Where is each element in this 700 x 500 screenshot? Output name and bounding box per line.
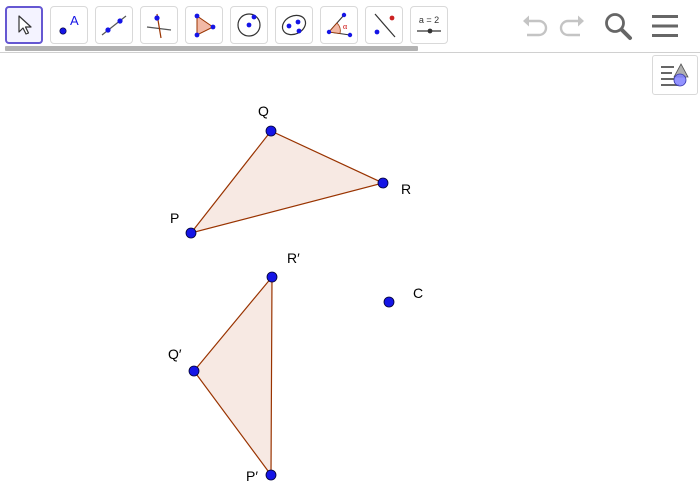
reflect-tool-button[interactable] — [365, 6, 403, 44]
angle-tool-label: α — [343, 22, 348, 31]
polygon-icon — [194, 13, 216, 38]
angle-icon: α — [326, 12, 353, 38]
undo-icon — [523, 15, 548, 37]
point-P[interactable]: P — [170, 210, 197, 239]
search-icon — [605, 13, 632, 40]
menu-icon — [652, 15, 678, 37]
ellipse-icon — [281, 14, 307, 36]
polygon-tool-button[interactable] — [185, 6, 223, 44]
circle-icon — [237, 13, 261, 37]
point-C[interactable]: C — [383, 285, 423, 308]
undo-button[interactable] — [517, 8, 553, 44]
main-menu-button[interactable] — [647, 8, 683, 44]
point-label-Pp: P′ — [246, 468, 258, 484]
ellipse-tool-button[interactable] — [275, 6, 313, 44]
redo-button[interactable] — [554, 8, 590, 44]
point-Q[interactable]: Q — [258, 103, 277, 137]
circle-tool-button[interactable] — [230, 6, 268, 44]
point-label-P: P — [170, 210, 179, 226]
point-label-Q: Q — [258, 103, 269, 119]
perpendicular-line-tool-button[interactable] — [140, 6, 178, 44]
search-button[interactable] — [600, 8, 636, 44]
toolbar-scrollbar[interactable] — [5, 46, 418, 51]
slider-icon: a = 2 — [417, 15, 441, 34]
point-Pp[interactable]: P′ — [246, 468, 277, 484]
graphics-view[interactable]: P Q R P′ Q′ R′ C — [0, 0, 700, 500]
style-bar-toggle-button[interactable] — [652, 55, 698, 95]
point-label-C: C — [413, 285, 423, 301]
triangle-PQR[interactable] — [189, 130, 385, 235]
redo-icon — [559, 15, 584, 37]
point-Qp[interactable]: Q′ — [168, 346, 200, 377]
point-tool-button[interactable]: A — [50, 6, 88, 44]
point-tool-label: A — [70, 13, 79, 28]
point-label-Rp: R′ — [287, 250, 300, 266]
point-label-Qp: Q′ — [168, 346, 182, 362]
point-label-R: R — [401, 181, 411, 197]
toolbar-divider — [0, 52, 700, 53]
angle-tool-button[interactable]: α — [320, 6, 358, 44]
toolbar: A α a = 2 — [0, 0, 700, 52]
line-tool-button[interactable] — [95, 6, 133, 44]
point-R[interactable]: R — [377, 177, 411, 197]
point-Rp[interactable]: R′ — [266, 250, 300, 283]
perpendicular-line-icon — [146, 13, 172, 39]
arrow-cursor-icon — [18, 15, 32, 35]
slider-tool-button[interactable]: a = 2 — [410, 6, 448, 44]
move-tool-button[interactable] — [5, 6, 43, 44]
reflect-line-icon — [374, 13, 396, 38]
geogebra-app: P Q R P′ Q′ R′ C A α a = 2 — [0, 0, 700, 500]
slider-tool-label: a = 2 — [419, 15, 439, 25]
point-icon: A — [59, 13, 79, 35]
style-bar-icon — [661, 63, 689, 87]
triangle-PpQpRp[interactable] — [193, 275, 273, 477]
line-icon — [101, 15, 127, 36]
